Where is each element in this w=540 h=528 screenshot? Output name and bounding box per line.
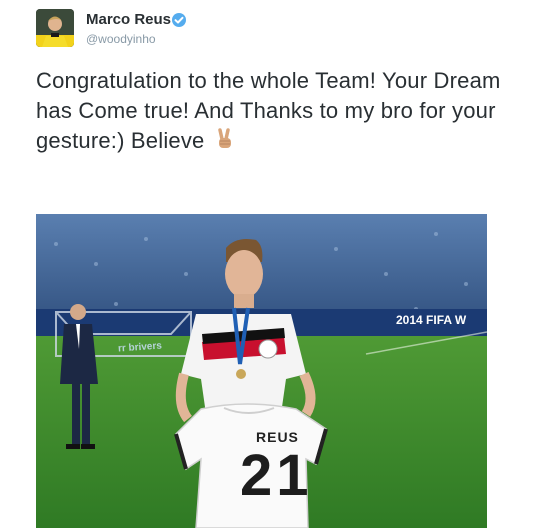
stadium-banner-text: 2014 FIFA W (396, 313, 467, 327)
display-name[interactable]: Marco Reus (86, 11, 171, 28)
handle[interactable]: @woodyinho (86, 32, 156, 46)
jersey-number: 21 (240, 443, 313, 508)
player-avatar-icon (36, 9, 74, 47)
tweet-photo[interactable]: 2014 FIFA W rr brivers REUS 21 (36, 214, 487, 528)
avatar[interactable] (36, 9, 74, 47)
tweet-text: Congratulation to the whole Team! Your D… (36, 66, 536, 158)
tweet-body: Congratulation to the whole Team! Your D… (36, 68, 501, 153)
verified-badge-icon (171, 12, 187, 33)
victory-hand-icon (215, 128, 235, 158)
